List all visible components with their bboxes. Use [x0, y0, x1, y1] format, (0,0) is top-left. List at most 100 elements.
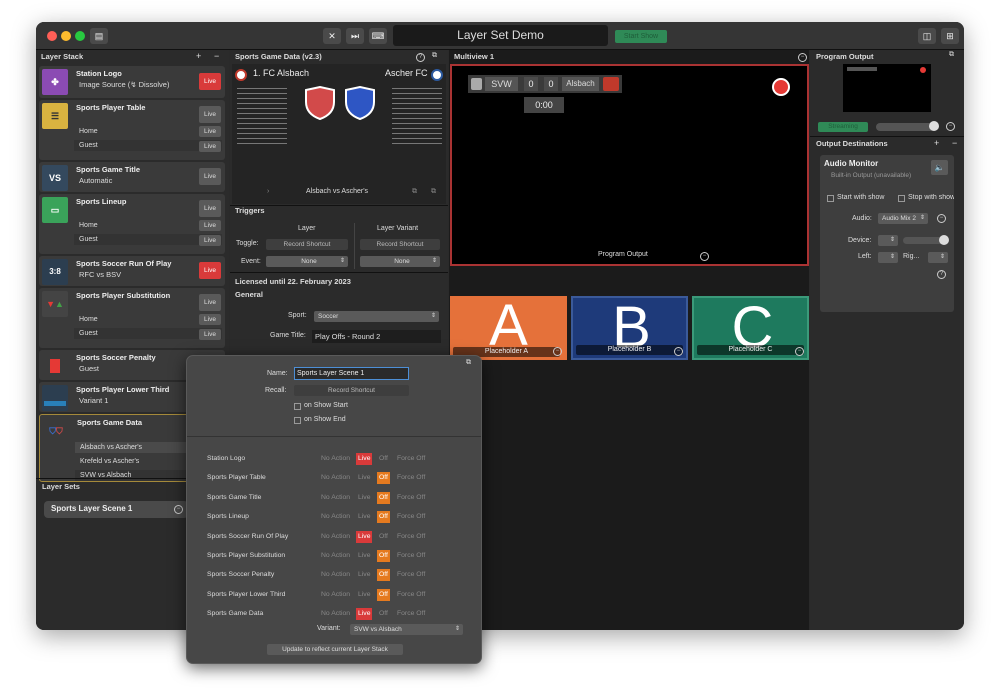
live-button[interactable]: Live	[199, 141, 221, 152]
popout-icon[interactable]: ⧉	[949, 51, 954, 59]
volume-options-icon[interactable]: −	[946, 122, 955, 131]
layer-set-item[interactable]: Sports Layer Scene 1 −	[44, 501, 188, 518]
remove-layer-icon[interactable]: −	[214, 51, 219, 61]
left-channel-select[interactable]	[878, 252, 898, 263]
placeholder-b-view[interactable]: B Placeholder B −	[571, 296, 688, 360]
close-window-button[interactable]	[47, 31, 57, 41]
update-button[interactable]: Update to reflect current Layer Stack	[267, 644, 403, 655]
layer-set-options-icon[interactable]: −	[174, 505, 183, 514]
action-option-live[interactable]: Live	[358, 550, 370, 562]
action-option-no-action[interactable]: No Action	[321, 589, 350, 601]
placeholder-options-icon[interactable]: −	[553, 347, 562, 356]
action-option-no-action[interactable]: No Action	[321, 550, 350, 562]
remove-destination-icon[interactable]: −	[952, 138, 957, 148]
placeholder-options-icon[interactable]: −	[674, 347, 683, 356]
action-option-off[interactable]: Off	[379, 531, 388, 543]
action-option-off[interactable]: Off	[377, 491, 390, 504]
action-option-live[interactable]: Live	[356, 530, 373, 543]
action-option-force-off[interactable]: Force Off	[397, 589, 425, 601]
action-option-live[interactable]: Live	[356, 453, 373, 465]
variant-event-select[interactable]: None	[360, 256, 440, 267]
variant-select[interactable]: SVW vs Alsbach	[350, 624, 463, 635]
chevron-right-icon[interactable]: ›	[267, 188, 269, 195]
recall-shortcut[interactable]: Record Shortcut	[294, 385, 409, 396]
action-option-force-off[interactable]: Force Off	[397, 531, 425, 543]
action-option-no-action[interactable]: No Action	[321, 569, 350, 581]
action-option-live[interactable]: Live	[358, 569, 370, 581]
action-option-force-off[interactable]: Force Off	[397, 453, 425, 465]
live-button[interactable]: Live	[199, 262, 221, 279]
layer-sports-lineup[interactable]: ▭ Sports Lineup Live Home Live Guest Liv…	[39, 194, 225, 254]
live-button[interactable]: Live	[199, 73, 221, 90]
sport-select[interactable]: Soccer	[314, 311, 439, 322]
live-button[interactable]: Live	[199, 106, 221, 123]
action-option-force-off[interactable]: Force Off	[397, 550, 425, 562]
layer-sports-game-title[interactable]: VS Sports Game Title Automatic Live	[39, 162, 225, 192]
action-option-no-action[interactable]: No Action	[321, 453, 350, 465]
variant-toggle-shortcut[interactable]: Record Shortcut	[360, 239, 440, 250]
minimize-window-button[interactable]	[61, 31, 71, 41]
program-output-options-icon[interactable]: −	[700, 252, 709, 261]
layout-single-icon[interactable]: ◫	[918, 28, 936, 44]
placeholder-a-view[interactable]: A Placeholder A −	[450, 296, 567, 360]
right-channel-select[interactable]	[928, 252, 948, 263]
action-option-live[interactable]: Live	[358, 589, 370, 601]
action-option-no-action[interactable]: No Action	[321, 492, 350, 504]
action-option-force-off[interactable]: Force Off	[397, 492, 425, 504]
device-volume-slider[interactable]	[903, 235, 949, 245]
live-button[interactable]: Live	[199, 294, 221, 311]
live-button[interactable]: Live	[199, 126, 221, 137]
add-destination-icon[interactable]: +	[934, 138, 939, 148]
speaker-icon[interactable]: 🔈	[931, 160, 948, 175]
action-option-no-action[interactable]: No Action	[321, 472, 350, 484]
action-option-force-off[interactable]: Force Off	[397, 511, 425, 523]
layer-sports-player-substitution[interactable]: ▼▲ Sports Player Substitution Live Home …	[39, 288, 225, 348]
action-option-off[interactable]: Off	[377, 550, 390, 562]
action-option-off[interactable]: Off	[377, 472, 390, 485]
layer-toggle-shortcut[interactable]: Record Shortcut	[266, 239, 348, 250]
live-button[interactable]: Live	[199, 235, 221, 246]
action-option-live[interactable]: Live	[358, 511, 370, 523]
action-option-force-off[interactable]: Force Off	[397, 472, 425, 484]
action-option-no-action[interactable]: No Action	[321, 511, 350, 523]
help-icon[interactable]: ?	[416, 53, 425, 62]
start-with-show-checkbox[interactable]	[827, 195, 834, 202]
action-option-off[interactable]: Off	[379, 608, 388, 620]
popout-icon[interactable]: ⧉	[466, 359, 471, 367]
on-show-end-checkbox[interactable]	[294, 417, 301, 424]
action-option-live[interactable]: Live	[358, 472, 370, 484]
action-option-no-action[interactable]: No Action	[321, 608, 350, 620]
on-show-start-checkbox[interactable]	[294, 403, 301, 410]
action-option-force-off[interactable]: Force Off	[397, 569, 425, 581]
help-icon[interactable]: ?	[937, 270, 946, 279]
placeholder-c-view[interactable]: C Placeholder C −	[692, 296, 809, 360]
layer-sports-soccer-run-of-play[interactable]: 3:8 Sports Soccer Run Of Play RFC vs BSV…	[39, 256, 225, 286]
action-option-off[interactable]: Off	[379, 453, 388, 465]
zoom-window-button[interactable]	[75, 31, 85, 41]
live-button[interactable]: Live	[199, 220, 221, 231]
delete-icon[interactable]: ⧉	[431, 188, 436, 196]
action-option-force-off[interactable]: Force Off	[397, 608, 425, 620]
layer-sports-player-table[interactable]: ☰ Sports Player Table Live Home Live Gue…	[39, 100, 225, 160]
layer-station-logo[interactable]: ✤ Station Logo Image Source (↯ Dissolve)…	[39, 66, 225, 98]
audio-select[interactable]: Audio Mix 2	[878, 213, 928, 224]
duplicate-icon[interactable]: ⧉	[412, 188, 417, 196]
audio-options-icon[interactable]: −	[937, 214, 946, 223]
keyboard-icon[interactable]: ⌨	[369, 28, 387, 44]
add-layer-icon[interactable]: +	[196, 51, 201, 61]
live-button[interactable]: Live	[199, 168, 221, 185]
name-field[interactable]: Sports Layer Scene 1	[294, 367, 409, 380]
start-show-button[interactable]: Start Show	[615, 30, 667, 43]
volume-slider[interactable]	[876, 121, 939, 131]
layer-event-select[interactable]: None	[266, 256, 348, 267]
stop-with-show-checkbox[interactable]	[898, 195, 905, 202]
action-option-live[interactable]: Live	[356, 608, 373, 621]
sidebar-toggle-icon[interactable]: ▤	[90, 28, 108, 44]
game-title-field[interactable]: Play Offs - Round 2	[312, 330, 441, 343]
placeholder-options-icon[interactable]: −	[795, 347, 804, 356]
live-button[interactable]: Live	[199, 329, 221, 340]
transition-icon[interactable]: ⏭	[346, 28, 364, 44]
action-option-off[interactable]: Off	[377, 588, 390, 601]
streaming-button[interactable]: Streaming	[818, 122, 868, 132]
action-option-off[interactable]: Off	[377, 569, 390, 582]
